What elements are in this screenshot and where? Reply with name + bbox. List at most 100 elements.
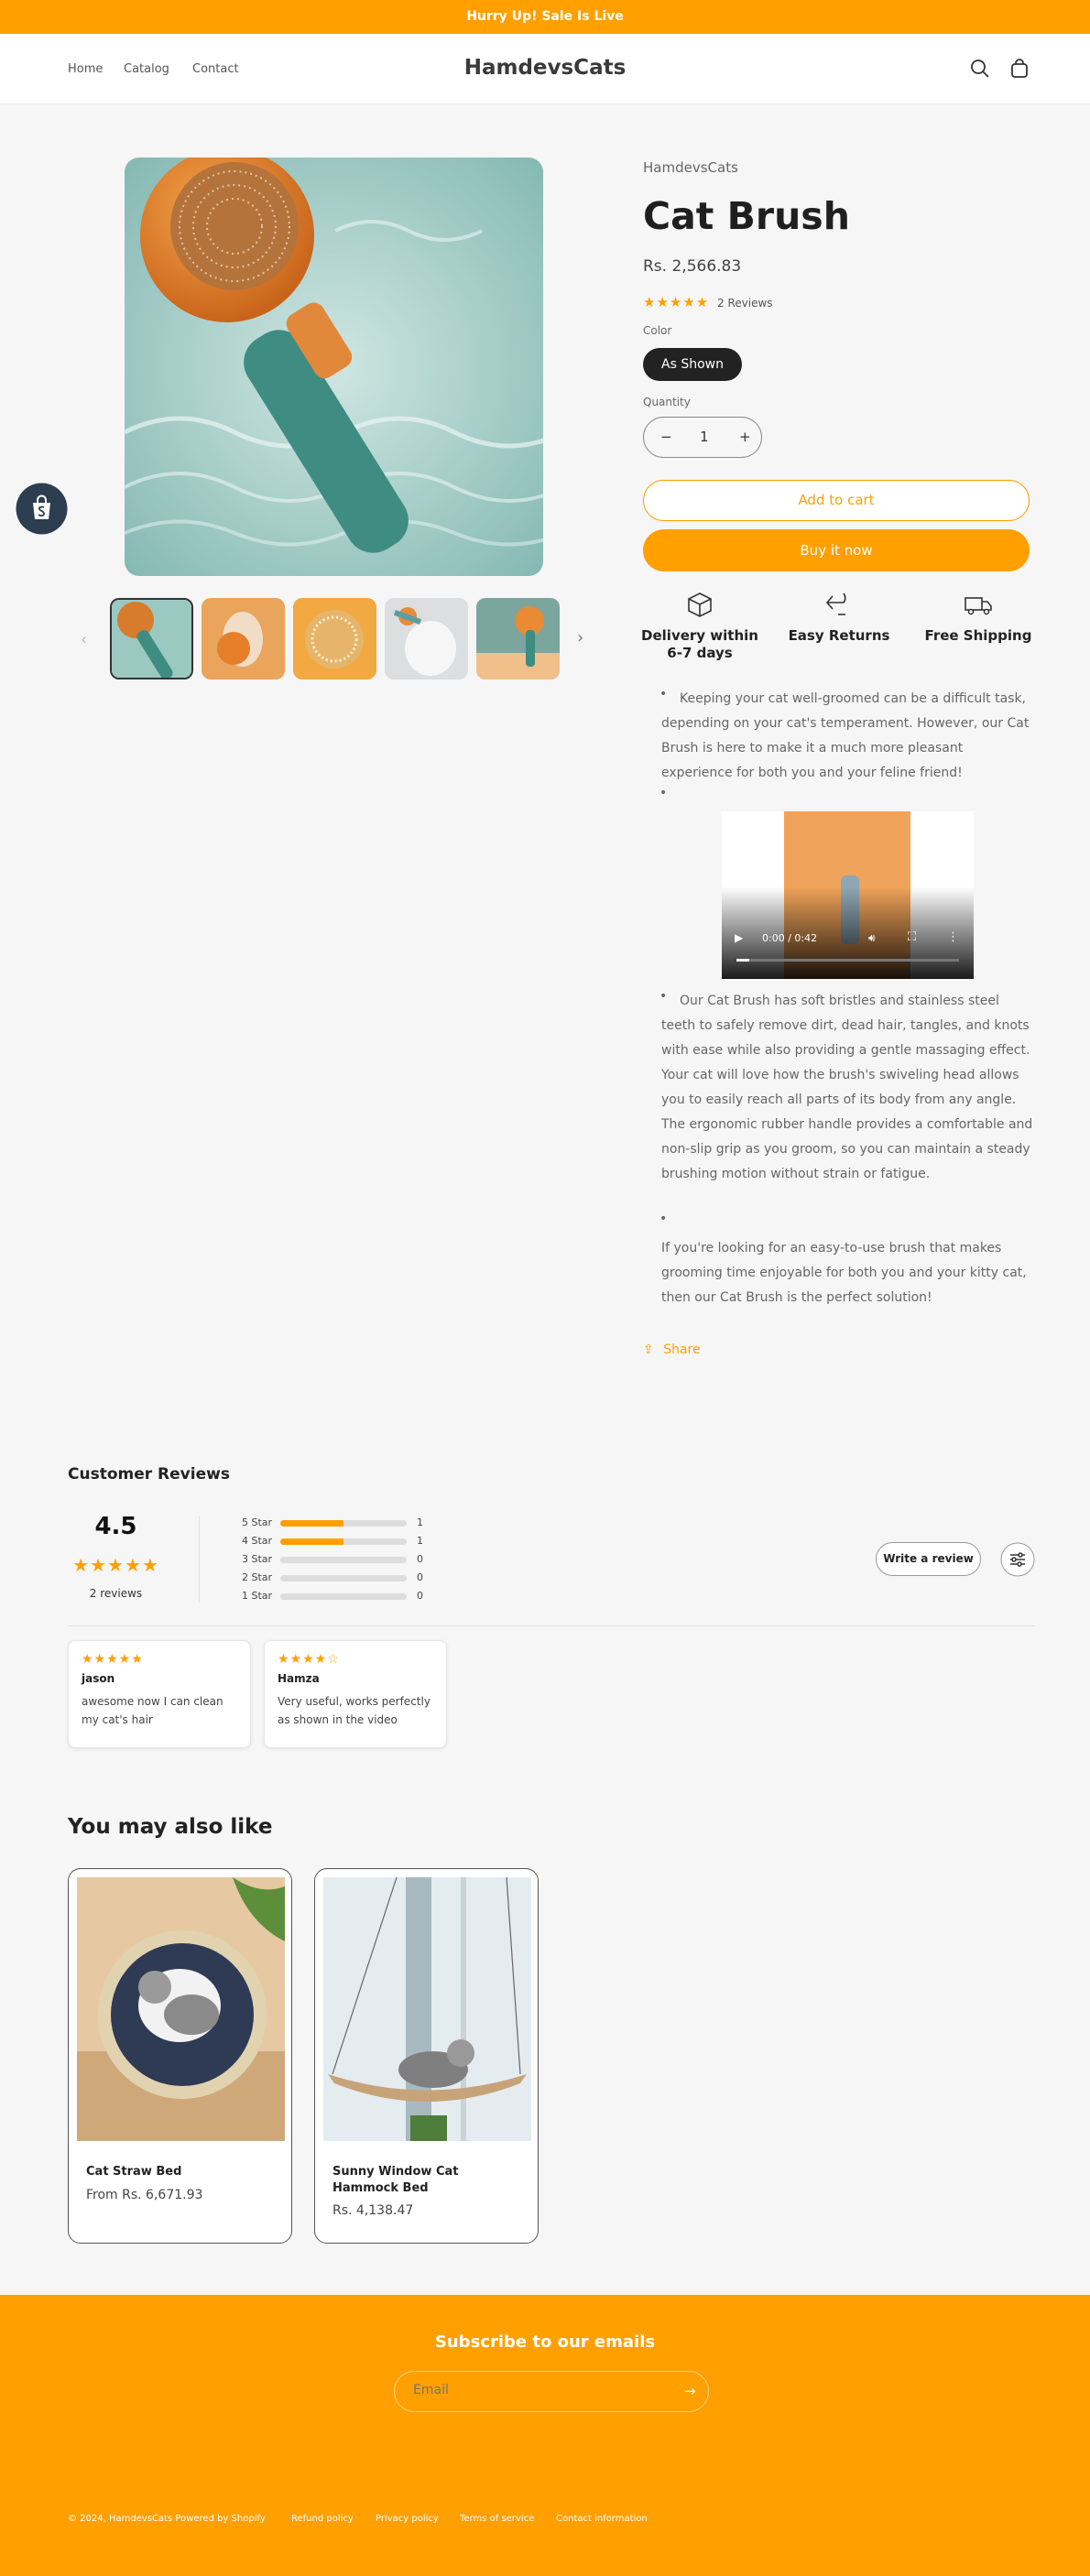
- divider: [68, 1625, 1035, 1626]
- share-icon: ⇪: [643, 1342, 654, 1357]
- feature-returns: Easy Returns: [775, 591, 903, 645]
- box-icon: [688, 592, 712, 617]
- site-header: Home Catalog Contact HamdevsCats: [0, 34, 1090, 104]
- thumb-next-arrow[interactable]: ›: [577, 628, 583, 647]
- rating-bar-count: 0: [417, 1553, 423, 1565]
- product-card-image[interactable]: [77, 1877, 285, 2141]
- product-card-price: Rs. 4,138.47: [332, 2203, 414, 2218]
- review-text: awesome now I can clean my cat's hair: [82, 1695, 223, 1726]
- rating-bar: [280, 1593, 407, 1600]
- footer-link-terms[interactable]: Terms of service: [460, 2514, 534, 2524]
- reviews-average-stars: ★★★★★: [72, 1554, 159, 1576]
- review-author: jason: [82, 1672, 115, 1685]
- store-logo[interactable]: HamdevsCats: [0, 56, 1090, 80]
- search-icon[interactable]: [968, 57, 992, 81]
- review-text: Very useful, works perfectly as shown in…: [278, 1695, 431, 1726]
- rating-bar: [280, 1575, 407, 1581]
- arrow-right-icon[interactable]: →: [684, 2383, 696, 2399]
- rating-bar: [280, 1538, 407, 1545]
- rating-bar-count: 1: [417, 1516, 423, 1528]
- product-card-price: From Rs. 6,671.93: [86, 2188, 203, 2202]
- footer-link-contact[interactable]: Contact information: [556, 2514, 648, 2524]
- thumb-prev-arrow[interactable]: ‹: [81, 630, 87, 649]
- rating-bar-label: 3 Star: [242, 1553, 273, 1565]
- product-main-image[interactable]: [125, 158, 543, 576]
- feature-shipping: Free Shipping: [914, 591, 1042, 645]
- video-menu-icon[interactable]: ⋮: [947, 930, 959, 944]
- write-review-button[interactable]: Write a review: [876, 1542, 981, 1576]
- cart-icon[interactable]: [1008, 57, 1031, 81]
- rating-stars: ★★★★★: [643, 294, 710, 310]
- rating-bar-count: 0: [417, 1571, 423, 1583]
- quantity-input[interactable]: 1: [700, 429, 709, 445]
- quantity-label: Quantity: [643, 396, 691, 408]
- reviews-link[interactable]: 2 Reviews: [717, 297, 773, 310]
- share-button[interactable]: ⇪ Share: [643, 1342, 701, 1357]
- rating-bar-label: 2 Star: [242, 1571, 273, 1583]
- product-rating[interactable]: ★★★★★ 2 Reviews: [643, 294, 773, 310]
- rating-bar-count: 0: [417, 1590, 423, 1602]
- video-volume-icon[interactable]: 🔊︎: [868, 931, 876, 945]
- reviews-average: 4.5: [94, 1513, 137, 1540]
- product-video[interactable]: ▶ 0:00 / 0:42 🔊︎ ⛶ ⋮: [722, 811, 974, 979]
- footer-copyright: © 2024, HamdevsCats Powered by Shopify: [68, 2514, 266, 2524]
- email-input[interactable]: [413, 2383, 670, 2397]
- announcement-bar: Hurry Up! Sale Is Live: [0, 0, 1090, 34]
- review-author: Hamza: [278, 1672, 320, 1685]
- add-to-cart-button[interactable]: Add to cart: [643, 480, 1030, 521]
- product-card-name[interactable]: Sunny Window Cat Hammock Bed: [332, 2164, 525, 2197]
- review-stars: ★★★★☆: [278, 1652, 340, 1667]
- return-arrow-icon: [825, 592, 846, 615]
- shopify-badge-icon[interactable]: [16, 483, 68, 535]
- review-card: ★★★★☆ Hamza Very useful, works perfectly…: [264, 1640, 447, 1748]
- thumbnail-5[interactable]: [476, 598, 560, 679]
- truck-icon: [965, 597, 992, 615]
- product-price: Rs. 2,566.83: [643, 257, 742, 276]
- feature-title: Free Shipping: [924, 627, 1032, 644]
- rating-bar: [280, 1520, 407, 1527]
- product-card[interactable]: Sunny Window Cat Hammock Bed Rs. 4,138.4…: [314, 1868, 539, 2244]
- video-fullscreen-icon[interactable]: ⛶: [908, 930, 916, 944]
- buy-now-button[interactable]: Buy it now: [643, 529, 1030, 571]
- thumbnail-3[interactable]: [293, 598, 376, 679]
- bullet-dot: •: [659, 786, 668, 800]
- reviews-title: Customer Reviews: [68, 1465, 230, 1484]
- bullet-dot: •: [659, 1212, 668, 1226]
- review-stars: ★★★★★: [82, 1652, 144, 1667]
- video-play-icon[interactable]: ▶: [735, 931, 743, 944]
- product-card[interactable]: Cat Straw Bed From Rs. 6,671.93: [68, 1868, 292, 2244]
- reviews-count: 2 reviews: [89, 1587, 143, 1600]
- thumbnail-1[interactable]: [110, 598, 193, 679]
- review-card: ★★★★★ jason awesome now I can clean my c…: [68, 1640, 251, 1748]
- rating-bar-label: 1 Star: [242, 1590, 273, 1602]
- quantity-increase-button[interactable]: +: [739, 429, 751, 445]
- footer-link-privacy[interactable]: Privacy policy: [376, 2514, 439, 2524]
- product-title: Cat Brush: [643, 194, 850, 238]
- thumbnail-2[interactable]: [202, 598, 285, 679]
- sliders-icon[interactable]: [1000, 1542, 1035, 1577]
- description-paragraph-3: If you're looking for an easy-to-use bru…: [661, 1241, 1027, 1305]
- feature-delivery: Delivery within 6-7 days: [636, 591, 764, 662]
- footer-link-refund[interactable]: Refund policy: [291, 2514, 354, 2524]
- product-card-image[interactable]: [323, 1876, 531, 2141]
- description-paragraph-1: Keeping your cat well-groomed can be a d…: [661, 691, 1030, 780]
- color-option-as-shown[interactable]: As Shown: [643, 348, 742, 381]
- product-card-name[interactable]: Cat Straw Bed: [86, 2164, 278, 2180]
- quantity-stepper: − 1 +: [643, 417, 762, 458]
- subscribe-title: Subscribe to our emails: [434, 2332, 656, 2352]
- video-time: 0:00 / 0:42: [762, 932, 818, 944]
- rating-bar-count: 1: [417, 1535, 423, 1547]
- quantity-decrease-button[interactable]: −: [660, 429, 672, 445]
- divider: [199, 1516, 200, 1603]
- rating-bar-label: 4 Star: [242, 1535, 273, 1547]
- related-title: You may also like: [68, 1815, 273, 1839]
- thumbnail-4[interactable]: [385, 598, 468, 679]
- description-paragraph-2: Our Cat Brush has soft bristles and stai…: [661, 994, 1033, 1181]
- email-subscribe-form: →: [394, 2371, 709, 2412]
- rating-bar: [280, 1557, 407, 1563]
- feature-title: Delivery within 6-7 days: [641, 627, 758, 661]
- rating-bar-label: 5 Star: [242, 1516, 273, 1528]
- feature-title: Easy Returns: [788, 627, 890, 644]
- color-label: Color: [643, 324, 672, 337]
- product-vendor: HamdevsCats: [643, 159, 738, 176]
